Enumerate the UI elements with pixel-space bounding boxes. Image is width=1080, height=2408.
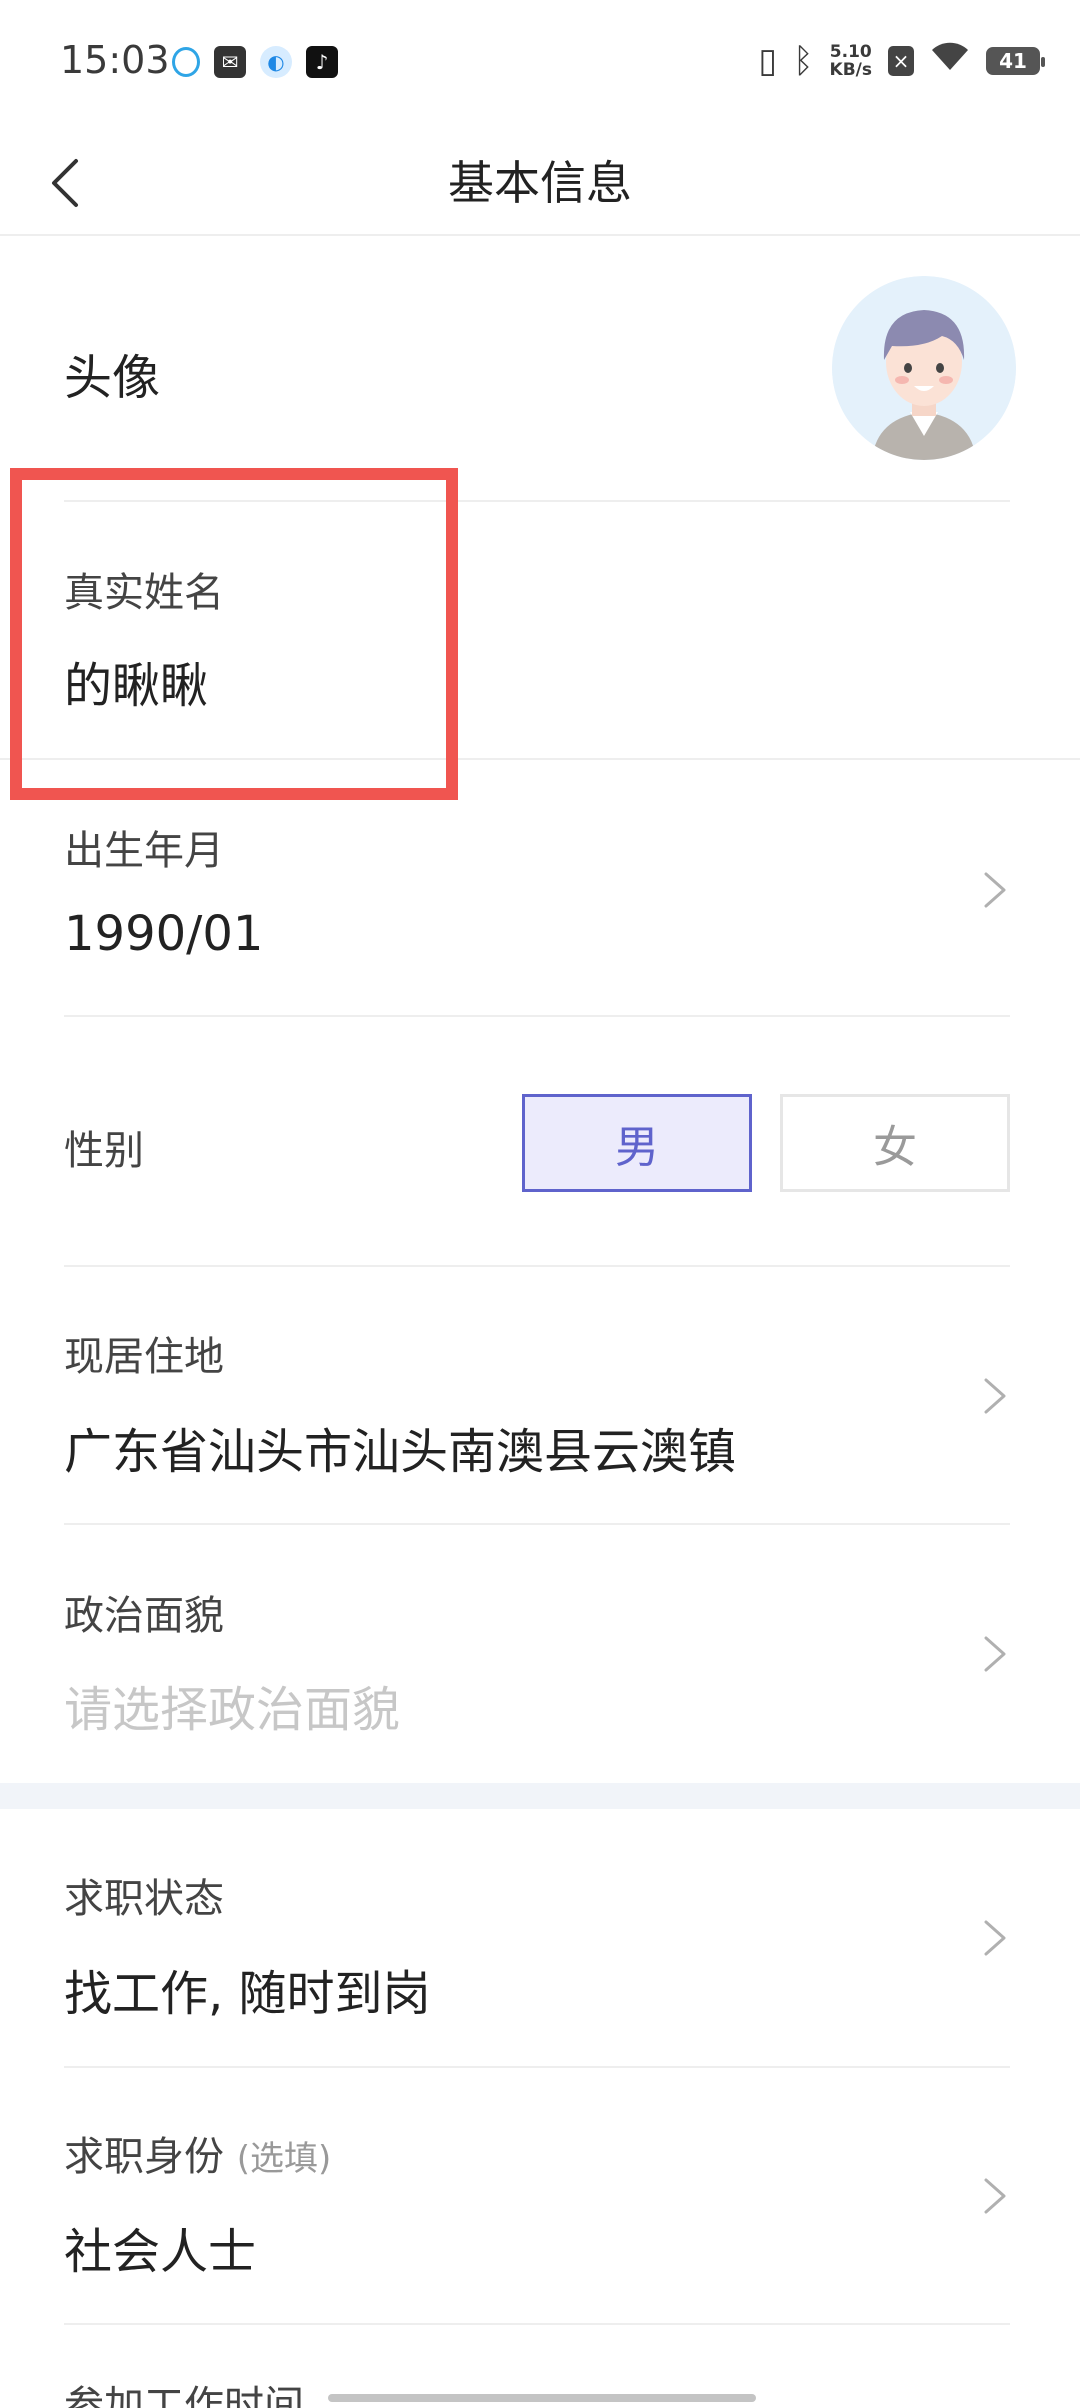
page-title: 基本信息 <box>448 156 632 210</box>
job-identity-label: 求职身份 (选填) <box>64 2134 332 2180</box>
chevron-right-icon <box>984 872 1006 908</box>
birth-date-value: 1990/01 <box>64 906 264 962</box>
chevron-right-icon <box>984 1636 1006 1672</box>
status-bar: 15:03 ✉ ◐ ♪ ▯ ᛒ 5.10 KB/s × 41 <box>0 0 1080 130</box>
birth-date-label: 出生年月 <box>64 828 224 874</box>
no-sim-icon: × <box>888 45 914 76</box>
chevron-right-icon <box>984 1920 1006 1956</box>
job-identity-value: 社会人士 <box>64 2224 257 2280</box>
mail-icon: ✉ <box>214 46 246 78</box>
residence-value: 广东省汕头市汕头南澳县云澳镇 <box>64 1424 737 1480</box>
nav-bar: 基本信息 <box>0 130 1080 236</box>
residence-label: 现居住地 <box>64 1334 224 1380</box>
gender-female-button[interactable]: 女 <box>780 1094 1010 1192</box>
divider <box>64 1015 1010 1017</box>
gender-label: 性别 <box>64 1128 144 1174</box>
section-separator <box>0 1783 1080 1809</box>
qq-icon <box>172 47 200 77</box>
battery-icon: 41 <box>986 46 1045 75</box>
work-start-label: 参加工作时间 <box>64 2383 304 2408</box>
notification-icons: ✉ ◐ ♪ <box>172 46 338 78</box>
job-status-value: 找工作, 随时到岗 <box>64 1966 431 2022</box>
user-avatar-icon <box>832 276 1016 460</box>
tiktok-icon: ♪ <box>306 46 338 78</box>
network-speed: 5.10 KB/s <box>829 41 872 80</box>
job-status-label: 求职状态 <box>64 1876 224 1922</box>
vibrate-icon: ▯ <box>758 40 778 81</box>
gender-male-button[interactable]: 男 <box>522 1094 752 1192</box>
divider <box>64 2066 1010 2068</box>
chevron-right-icon <box>984 2178 1006 2214</box>
divider <box>64 1523 1010 1525</box>
status-right-icons: ▯ ᛒ 5.10 KB/s × 41 <box>758 40 1045 81</box>
wifi-icon <box>930 40 970 81</box>
divider <box>64 2323 1010 2325</box>
political-status-placeholder: 请选择政治面貌 <box>64 1682 401 1738</box>
optional-hint: (选填) <box>236 2139 332 2179</box>
status-time: 15:03 <box>60 38 170 82</box>
political-status-label: 政治面貌 <box>64 1593 224 1639</box>
avatar[interactable] <box>832 276 1016 460</box>
browser-icon: ◐ <box>260 46 292 78</box>
highlight-box <box>10 468 458 800</box>
bluetooth-icon: ᛒ <box>793 40 814 81</box>
divider <box>64 1265 1010 1267</box>
chevron-right-icon <box>984 1378 1006 1414</box>
basic-info-page: 15:03 ✉ ◐ ♪ ▯ ᛒ 5.10 KB/s × 41 基本信息 头像 真… <box>0 0 1080 2408</box>
home-indicator[interactable] <box>328 2394 756 2402</box>
avatar-label: 头像 <box>64 350 161 406</box>
